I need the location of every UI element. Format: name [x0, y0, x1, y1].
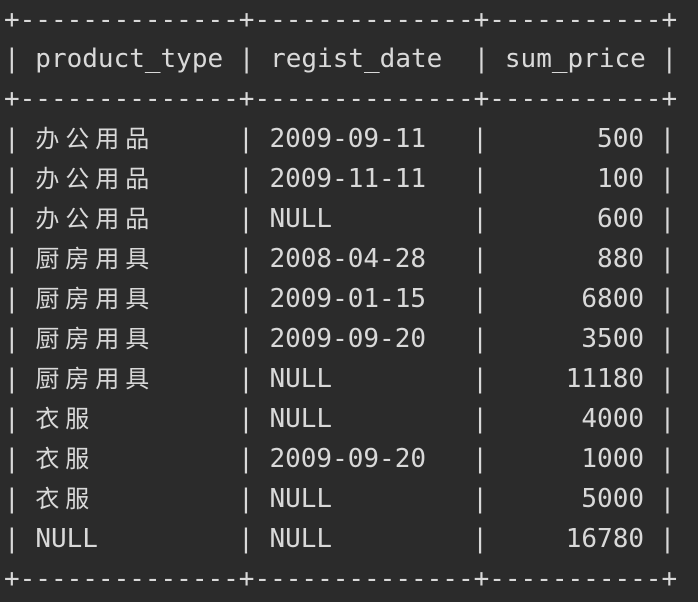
regist-date-cell: 2008-04-28: [269, 244, 427, 274]
table-row: | NULL | NULL | 16780 |: [4, 519, 675, 559]
table-row: | 办公用品 | NULL | 600 |: [4, 199, 675, 239]
table-row: | 衣服 | 2009-09-20 | 1000 |: [4, 439, 675, 479]
product-type-cell: NULL: [35, 524, 98, 554]
table-header-row: | product_type | regist_date | sum_price…: [4, 44, 678, 74]
product-type-cell: 厨房用具: [35, 325, 156, 353]
regist-date-cell: 2009-01-15: [269, 284, 427, 314]
sum-price-cell: 880: [597, 244, 645, 274]
table-row: | 厨房用具 | 2009-01-15 | 6800 |: [4, 279, 675, 319]
sum-price-cell: 11180: [565, 364, 645, 394]
table-row: | 办公用品 | 2009-09-11 | 500 |: [4, 119, 675, 159]
table-border-bottom: +--------------+--------------+---------…: [4, 564, 678, 594]
terminal-output: +--------------+--------------+---------…: [0, 0, 698, 602]
table-row: | 厨房用具 | 2009-09-20 | 3500 |: [4, 319, 675, 359]
table-border-top: +--------------+--------------+---------…: [4, 5, 678, 35]
regist-date-cell: NULL: [269, 484, 333, 514]
regist-date-cell: 2009-09-20: [269, 444, 427, 474]
regist-date-cell: NULL: [269, 364, 333, 394]
table-row: | 厨房用具 | 2008-04-28 | 880 |: [4, 239, 675, 279]
table-border-mid: +--------------+--------------+---------…: [4, 84, 678, 114]
sum-price-cell: 3500: [581, 324, 645, 354]
regist-date-cell: NULL: [269, 404, 333, 434]
table-row: | 厨房用具 | NULL | 11180 |: [4, 359, 675, 399]
product-type-cell: 厨房用具: [35, 365, 156, 393]
regist-date-cell: 2009-11-11: [269, 164, 427, 194]
product-type-cell: 衣服: [35, 485, 96, 513]
regist-date-cell: 2009-09-20: [269, 324, 427, 354]
product-type-cell: 厨房用具: [35, 285, 156, 313]
sum-price-cell: 16780: [565, 524, 645, 554]
sum-price-cell: 600: [597, 204, 645, 234]
regist-date-cell: NULL: [269, 204, 333, 234]
table-row: | 衣服 | NULL | 4000 |: [4, 399, 675, 439]
product-type-cell: 办公用品: [35, 205, 156, 233]
product-type-cell: 办公用品: [35, 165, 156, 193]
sum-price-cell: 1000: [581, 444, 645, 474]
sum-price-cell: 4000: [581, 404, 645, 434]
sum-price-cell: 500: [597, 124, 645, 154]
product-type-cell: 办公用品: [35, 125, 156, 153]
table-row: | 办公用品 | 2009-11-11 | 100 |: [4, 159, 675, 199]
sum-price-cell: 5000: [581, 484, 645, 514]
table-row: | 衣服 | NULL | 5000 |: [4, 479, 675, 519]
regist-date-cell: NULL: [269, 524, 333, 554]
product-type-cell: 厨房用具: [35, 245, 156, 273]
sum-price-cell: 6800: [581, 284, 645, 314]
sum-price-cell: 100: [597, 164, 645, 194]
regist-date-cell: 2009-09-11: [269, 124, 427, 154]
product-type-cell: 衣服: [35, 405, 96, 433]
product-type-cell: 衣服: [35, 445, 96, 473]
